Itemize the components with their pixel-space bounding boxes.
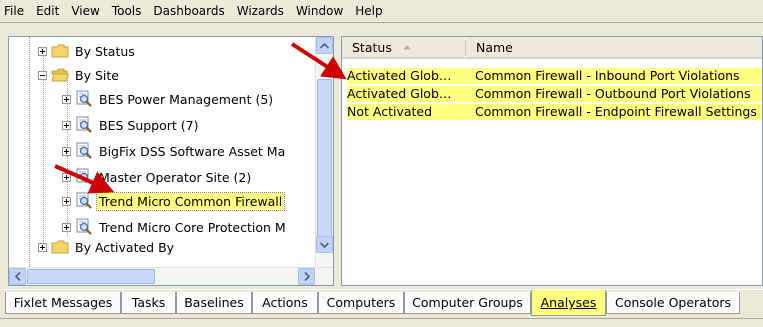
- tab-fixlet-messages[interactable]: Fixlet Messages: [5, 292, 121, 314]
- domain-tab-bar: Fixlet Messages Tasks Baselines Actions …: [0, 289, 763, 318]
- annotation-overlay: [54, 42, 347, 194]
- tab-tasks[interactable]: Tasks: [121, 292, 176, 314]
- tab-actions[interactable]: Actions: [252, 292, 318, 314]
- tab-baselines[interactable]: Baselines: [176, 292, 252, 314]
- tab-computers[interactable]: Computers: [318, 292, 404, 314]
- red-arrow-annotation: [290, 42, 347, 80]
- tab-computer-groups[interactable]: Computer Groups: [404, 292, 531, 314]
- red-arrow-annotation: [54, 164, 115, 194]
- tab-analyses[interactable]: Analyses: [531, 290, 606, 316]
- status-bar-divider: [0, 318, 763, 319]
- tab-console-operators[interactable]: Console Operators: [606, 292, 740, 314]
